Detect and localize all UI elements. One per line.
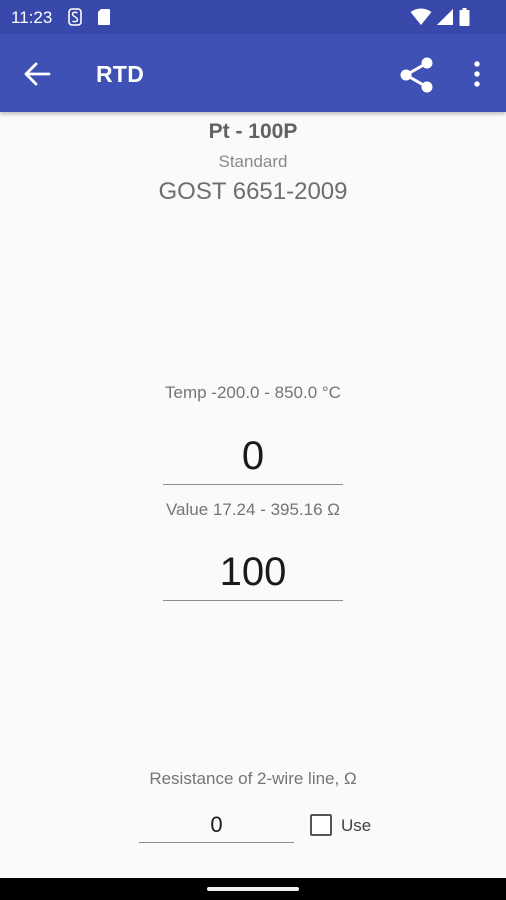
battery-icon bbox=[459, 8, 470, 26]
back-arrow-icon[interactable] bbox=[22, 61, 52, 87]
share-icon[interactable] bbox=[398, 56, 436, 94]
cell-signal-icon bbox=[437, 9, 453, 25]
page-title: RTD bbox=[96, 61, 145, 87]
resistance-input[interactable]: 100 bbox=[163, 544, 343, 601]
standard-value: GOST 6651-2009 bbox=[158, 178, 348, 205]
resistance-range-label: Value 17.24 - 395.16 Ω bbox=[165, 500, 341, 519]
sensor-name: Pt - 100P bbox=[208, 120, 298, 143]
app-bar: RTD bbox=[0, 34, 506, 112]
line-resistance-label: Resistance of 2-wire line, Ω bbox=[149, 769, 357, 788]
signal-s-icon bbox=[68, 8, 82, 26]
home-gesture-handle[interactable] bbox=[207, 887, 299, 891]
navigation-bar bbox=[0, 878, 506, 900]
standard-label: Standard bbox=[218, 152, 288, 171]
temperature-input[interactable]: 0 bbox=[163, 428, 343, 485]
more-vert-icon[interactable] bbox=[468, 59, 486, 89]
line-resistance-input[interactable]: 0 bbox=[139, 808, 294, 843]
use-checkbox-label[interactable]: Use bbox=[341, 816, 371, 836]
status-bar: 11:23 bbox=[0, 0, 506, 34]
temperature-range-label: Temp -200.0 - 850.0 °C bbox=[165, 383, 341, 402]
sd-card-icon bbox=[98, 9, 110, 25]
use-checkbox[interactable] bbox=[310, 814, 332, 836]
wifi-icon bbox=[410, 8, 432, 25]
status-time: 11:23 bbox=[11, 8, 53, 27]
